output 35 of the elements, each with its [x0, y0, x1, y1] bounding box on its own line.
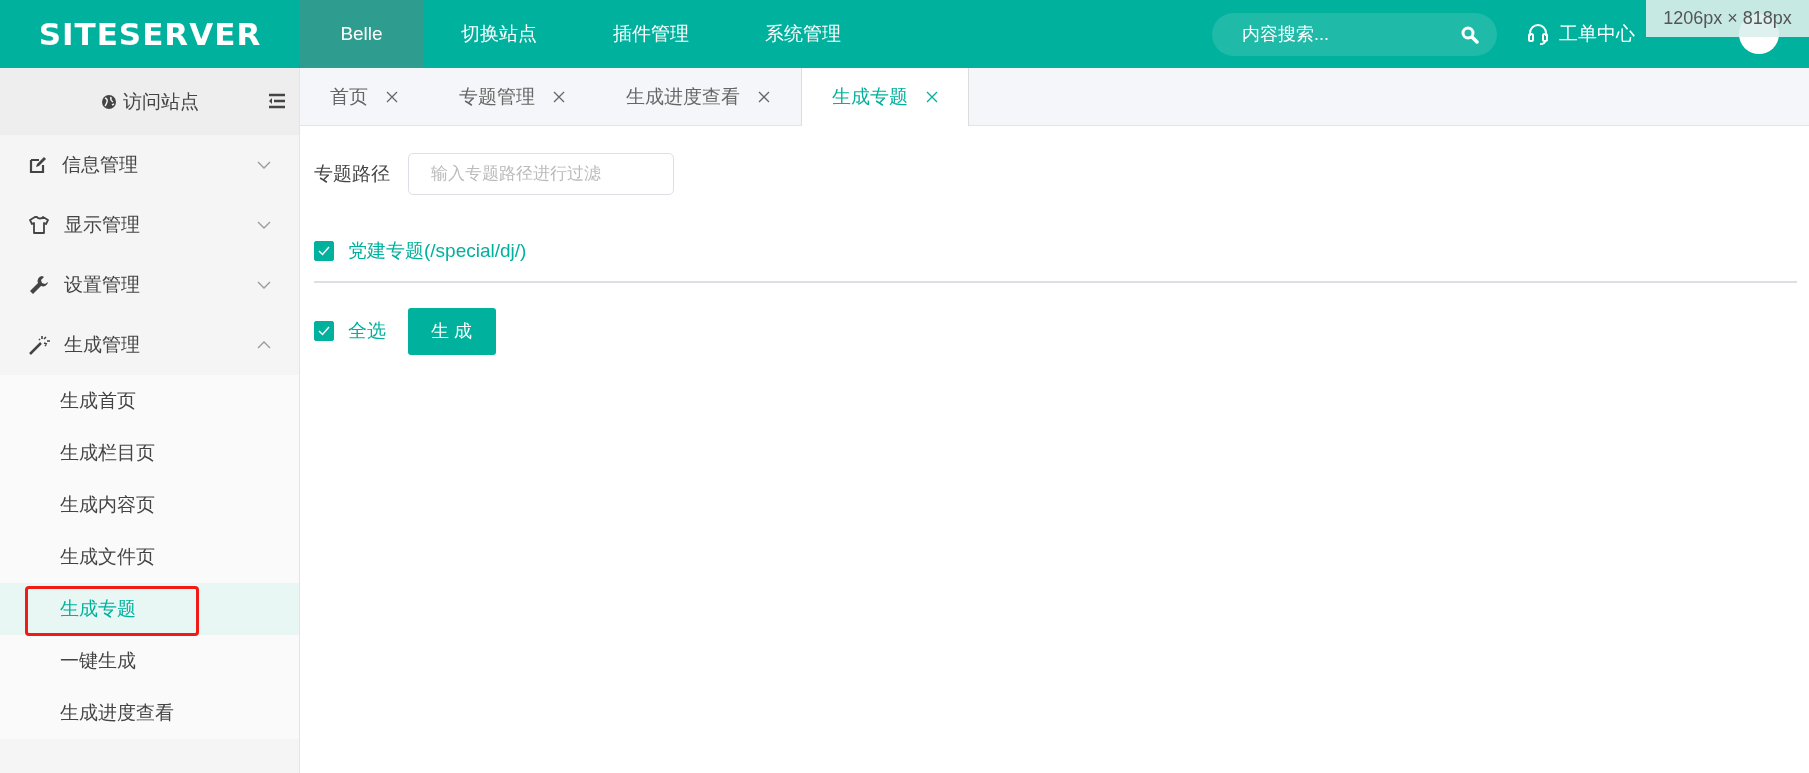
submenu-item[interactable]: 生成文件页	[0, 531, 299, 583]
globe-icon	[100, 93, 117, 110]
menu-icon[interactable]	[267, 93, 287, 109]
submenu-item[interactable]: 一键生成	[0, 635, 299, 687]
checkmark-icon	[318, 246, 330, 256]
shirt-icon	[28, 215, 50, 235]
menu-item[interactable]: 设置管理	[0, 255, 299, 315]
menu-item[interactable]: 信息管理	[0, 135, 299, 195]
nav-tab[interactable]: Belle	[300, 0, 423, 68]
submenu-item[interactable]: 生成栏目页	[0, 427, 299, 479]
close-icon[interactable]	[553, 90, 565, 103]
checkbox[interactable]	[314, 321, 334, 341]
checkbox[interactable]	[314, 241, 334, 261]
path-filter-field[interactable]: 输入专题路径进行过滤	[408, 152, 674, 195]
size-tooltip: 1206px × 818px	[1646, 0, 1809, 37]
page-tab[interactable]: 生成进度查看	[596, 68, 801, 125]
field-label: 专题路径	[314, 161, 390, 186]
checkmark-icon	[318, 326, 330, 336]
logo: SITESERVER	[37, 16, 263, 52]
close-icon[interactable]	[758, 90, 770, 103]
magic-wand-icon	[28, 334, 50, 356]
close-icon[interactable]	[926, 91, 938, 103]
edit-icon	[28, 155, 48, 175]
wrench-icon	[28, 274, 50, 296]
page-tab[interactable]: 专题管理	[429, 68, 596, 125]
menu-item[interactable]: 显示管理	[0, 195, 299, 255]
submenu-item[interactable]: 生成内容页	[0, 479, 299, 531]
page-tab[interactable]: 首页	[300, 68, 429, 125]
close-icon[interactable]	[386, 90, 398, 103]
submenu-item[interactable]: 生成进度查看	[0, 687, 299, 739]
headset-icon[interactable]	[1527, 22, 1549, 46]
menu-item[interactable]: 生成管理	[0, 315, 299, 375]
visit-site-link[interactable]: 访问站点	[122, 88, 199, 115]
search-icon[interactable]	[1461, 25, 1479, 44]
submenu-item[interactable]: 生成首页	[0, 375, 299, 427]
